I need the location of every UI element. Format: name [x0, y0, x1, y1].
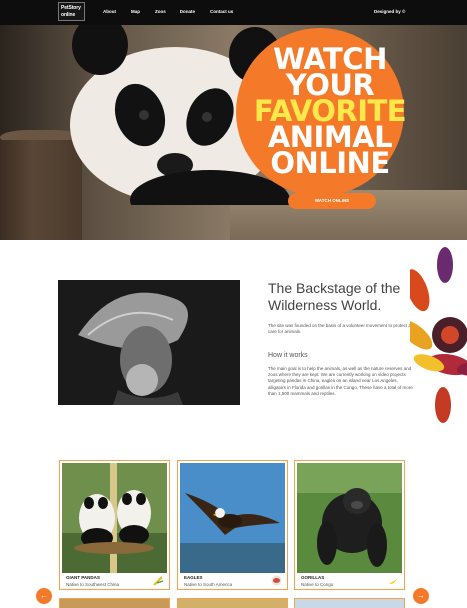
card-name: EAGLES	[184, 575, 203, 580]
eagles-image	[180, 463, 285, 573]
nav-link-zoos[interactable]: Zoos	[155, 9, 166, 14]
hero-title: WATCH YOUR FAVORITE ANIMAL ONLINE	[240, 45, 420, 180]
animal-card-partial-2[interactable]	[177, 598, 288, 608]
logo-line-1: PetStory	[61, 5, 81, 11]
logo-line-2: online	[61, 11, 76, 18]
meat-icon	[271, 575, 282, 586]
carousel-prev-button[interactable]: ←	[36, 588, 52, 604]
gorillas-image	[297, 463, 402, 573]
nav-link-map[interactable]: Map	[131, 9, 140, 14]
top-navbar: PetStory online About Map Zoos Donate Co…	[0, 0, 467, 25]
how-it-works-title: How it works	[268, 352, 308, 359]
nav-link-contact[interactable]: Contact us	[210, 9, 233, 14]
animal-card-eagles[interactable]: EAGLES Native to South America	[177, 460, 288, 590]
designed-by: Designed by ©	[374, 9, 406, 14]
card-name: GORILLAS	[301, 575, 325, 580]
nav-link-donate[interactable]: Donate	[180, 9, 195, 14]
bamboo-icon	[153, 576, 164, 586]
about-title: The Backstage of the Wilderness World.	[268, 280, 401, 313]
nav-links: About Map Zoos Donate Contact us	[103, 9, 233, 14]
card-habitat: Native to Congo	[301, 582, 334, 587]
animal-card-gorillas[interactable]: GORILLAS Native to Congo	[294, 460, 405, 590]
animal-card-pandas[interactable]: GIANT PANDAS Native to Southwest China	[59, 460, 170, 590]
decorative-flower	[410, 247, 467, 423]
animal-card-partial-3[interactable]	[294, 598, 405, 608]
nav-link-about[interactable]: About	[103, 9, 116, 14]
about-text: The site was founded on the basis of a v…	[268, 323, 416, 334]
animal-card-partial-1[interactable]	[59, 598, 170, 608]
site-logo[interactable]: PetStory online	[58, 2, 85, 21]
how-it-works-text: The main goal is to help the animals, as…	[268, 366, 413, 396]
banana-icon	[389, 578, 398, 584]
card-habitat: Native to South America	[184, 582, 233, 587]
card-name: GIANT PANDAS	[66, 575, 100, 580]
hero-title-line-5: ONLINE	[270, 146, 390, 180]
carousel-next-button[interactable]: →	[413, 588, 429, 604]
pandas-image	[62, 463, 167, 573]
elder-portrait-photo	[58, 280, 240, 405]
card-habitat: Native to Southwest China	[66, 582, 120, 587]
hero-banner: WATCH YOUR FAVORITE ANIMAL ONLINE WATCH …	[0, 25, 467, 240]
watch-online-button[interactable]: WATCH ONLINE	[288, 193, 376, 209]
